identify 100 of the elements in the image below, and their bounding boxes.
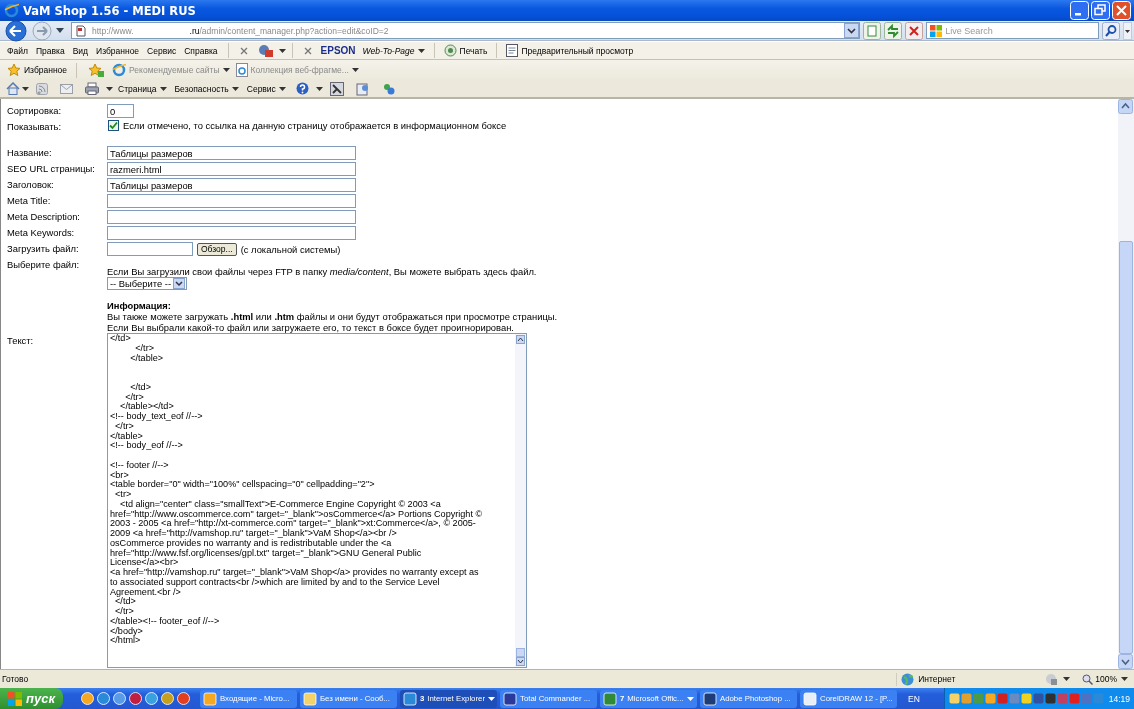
add-favorite-icon[interactable] — [88, 63, 105, 77]
text-field[interactable] — [107, 210, 356, 224]
tray-icon[interactable] — [948, 693, 960, 704]
windows-logo-icon — [930, 24, 943, 37]
stop-icon[interactable] — [905, 21, 924, 40]
caret-icon[interactable] — [222, 68, 230, 72]
text-field[interactable]: Таблицы размеров — [107, 146, 356, 160]
menu-item[interactable]: Избранное — [92, 45, 144, 56]
page-scrollbar[interactable] — [1118, 99, 1134, 669]
caret-icon[interactable] — [315, 86, 323, 91]
caret-icon[interactable] — [278, 86, 286, 91]
command-menu-button[interactable]: Страница — [115, 83, 170, 94]
caret-icon[interactable] — [1063, 677, 1071, 681]
info-title: Информация: — [107, 300, 172, 311]
dropdown-icon — [173, 278, 186, 289]
text-field[interactable] — [107, 226, 356, 240]
menu-item[interactable]: Справка — [180, 45, 222, 56]
text-field[interactable]: razmeri.html — [107, 162, 356, 176]
command-menu-button[interactable]: Безопасность — [171, 83, 242, 94]
brand-label: EPSON — [319, 45, 357, 56]
caret-icon[interactable] — [231, 86, 239, 91]
field-label: Загрузить файл: — [7, 242, 80, 254]
caret-icon[interactable] — [417, 48, 425, 53]
addon-icon[interactable] — [257, 43, 274, 58]
dropdown-icon[interactable] — [56, 28, 64, 33]
menu-item[interactable]: Файл — [3, 45, 32, 56]
field-label: Meta Keywords: — [7, 226, 76, 238]
caret-icon[interactable] — [1123, 21, 1132, 40]
forward-icon[interactable] — [31, 19, 53, 42]
page-icon — [76, 24, 86, 37]
close-icon[interactable] — [239, 46, 248, 55]
scrollbar[interactable] — [515, 334, 526, 667]
tray-icon[interactable] — [1044, 693, 1056, 704]
scroll-down-icon[interactable] — [1118, 654, 1133, 669]
field-label: Текст: — [7, 334, 35, 346]
windows-logo-icon — [8, 691, 22, 706]
document-icon — [506, 44, 519, 57]
hint-text: Если Вы загрузили свои файлы через FTP в папку media/content, Вы можете выбрать здесь файл. — [107, 266, 538, 277]
field-label: Заголовок: — [7, 178, 55, 190]
caret-icon[interactable] — [1121, 677, 1128, 681]
window-title: VaM Shop 1.56 - MEDI RUS — [23, 3, 196, 18]
clock: 14:19 — [1108, 693, 1130, 704]
tray-icon[interactable] — [1032, 693, 1044, 704]
browse-button[interactable]: Обзор... — [197, 242, 237, 256]
refresh-icon[interactable] — [884, 21, 903, 40]
tray-icon[interactable] — [1020, 693, 1032, 704]
field-label: Meta Title: — [7, 194, 52, 206]
scroll-thumb[interactable] — [516, 648, 525, 657]
menu-item[interactable]: Вид — [68, 45, 92, 56]
text-field[interactable] — [107, 194, 356, 208]
caret-icon[interactable] — [278, 48, 286, 53]
tool-icon[interactable] — [329, 81, 344, 96]
scroll-thumb[interactable] — [1119, 241, 1133, 654]
field-label: Meta Description: — [7, 210, 81, 222]
check-mark-icon — [109, 120, 118, 130]
scroll-down-icon[interactable] — [516, 657, 525, 666]
command-menu-button[interactable]: Сервис — [243, 83, 289, 94]
info-text: Вы также можете загружать .html или .htm файлы и они будут отображаться при просмотре страницы. — [107, 311, 558, 322]
back-icon[interactable] — [4, 19, 28, 42]
print-icon — [443, 44, 457, 57]
search-field[interactable]: Live Search — [926, 22, 1099, 39]
caret-icon — [488, 696, 495, 701]
file-select[interactable]: -- Выберите -- — [107, 277, 187, 290]
help-icon[interactable] — [295, 82, 309, 95]
favorites-button[interactable]: Избранное — [4, 63, 71, 77]
language-indicator[interactable]: EN — [900, 693, 928, 704]
field-label: Название: — [7, 146, 53, 158]
scroll-up-icon[interactable] — [516, 335, 525, 344]
page-icon — [235, 63, 248, 77]
html-text-area[interactable]: </td> </tr> </table> </td> </tr> </table></td> <!-- body_text_eof //--> </tr> </table> <!-- body_eof //--> <!-- footer //--> <br> <table border="0" width="100%" cellspacing="0" cellpadding="2"> <tr> <td align="center" class="smallText">E-Commerce Engine Copyright © 2003 <a href="http://www.oscommerce.com" target="_blank">osCommerce</a> Portions Copyright © 2003 - 2005 <a href="http://xt-commerce.com" target="_blank">xt:Commerce</a>, © 2005- 2009 <a href="http://vamshop.ru" target="_blank">VaM Shop</a><br /> osCommerce provides no warranty and is redistributable under the <a href="http://www.fsf.org/licenses/gpl.txt" target="_blank">GNU General Public License</a><br> <a href="http://vamshop.ru" target="_blank">VaM Shop</a> provides no warranty except as to associated support contracts<br />which are limited by and to the Service Level Agreement.<br /> </td> </tr> </table><!-- footer_eof //--> </body> </html> — [107, 333, 527, 668]
caret-icon[interactable] — [159, 86, 167, 91]
printer-icon[interactable] — [85, 82, 99, 95]
globe-icon — [901, 672, 915, 686]
status-text: Готово — [2, 674, 29, 684]
home-icon[interactable] — [6, 82, 20, 95]
dropdown-icon[interactable] — [844, 23, 860, 38]
file-path-field[interactable] — [107, 242, 193, 256]
star-icon — [7, 63, 21, 77]
security-zone: Интернет — [896, 672, 1042, 686]
caret-icon[interactable] — [22, 86, 29, 91]
feed-icon[interactable] — [36, 82, 48, 95]
preview-button[interactable]: Предварительный просмотр — [503, 44, 637, 57]
restore-icon[interactable] — [1091, 1, 1110, 20]
checkbox[interactable] — [108, 119, 119, 131]
number-field[interactable]: 0 — [107, 104, 134, 118]
field-label: SEO URL страницы: — [7, 162, 96, 174]
caret-icon[interactable] — [106, 86, 113, 91]
menu-item[interactable]: Правка — [31, 45, 69, 56]
caret-icon[interactable] — [351, 68, 359, 72]
close-icon[interactable] — [303, 46, 312, 55]
search-input[interactable]: Live Search — [945, 25, 1096, 36]
minimize-icon[interactable] — [1070, 1, 1089, 20]
scroll-up-icon[interactable] — [1118, 99, 1133, 114]
text-field[interactable]: Таблицы размеров — [107, 178, 356, 192]
web-to-page-button[interactable]: Web-To-Page — [359, 45, 428, 56]
menu-item[interactable]: Сервис — [143, 45, 181, 56]
url-text[interactable]: http://www. .ru/admin/content_manager.php?action=edit&coID=2 — [92, 25, 389, 36]
print-button[interactable]: Печать — [440, 44, 491, 57]
address-field[interactable]: http://www. .ru/admin/content_manager.php?action=edit&coID=2 — [71, 22, 861, 39]
zoom-button[interactable]: 100% — [1082, 673, 1117, 685]
